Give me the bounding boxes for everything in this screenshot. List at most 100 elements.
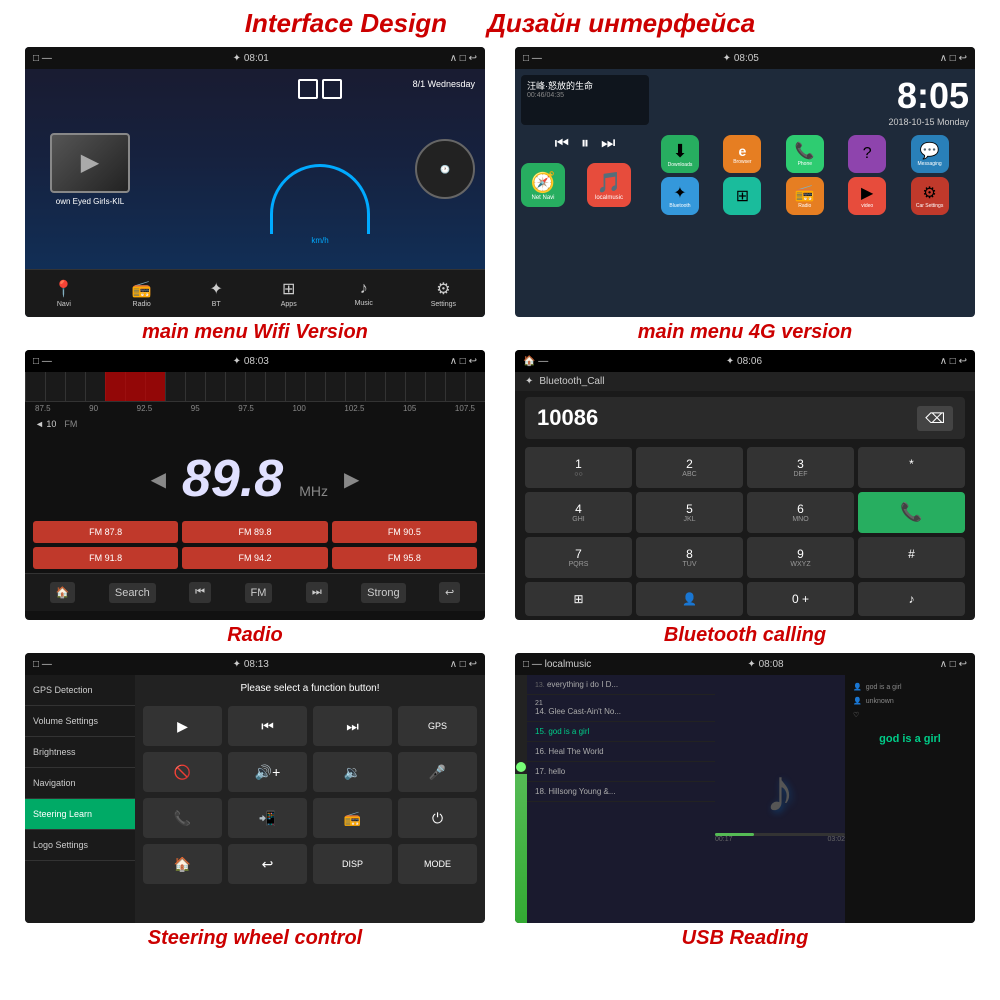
bottom-nav-wifi: 📍Navi 📻Radio ✦BT ⊞Apps ♪Music ⚙Settings — [25, 269, 485, 317]
radio-next-btn[interactable]: ⏭ — [306, 582, 328, 603]
ctrl-gps[interactable]: GPS — [398, 706, 477, 746]
app-unknown1[interactable]: ? — [848, 135, 886, 173]
sidebar-steering-learn[interactable]: Steering Learn — [25, 799, 135, 830]
key-9[interactable]: 9WXYZ — [747, 537, 854, 578]
bt-status-right: ∧ □ ↩ — [940, 356, 967, 367]
sq2 — [322, 79, 342, 99]
ctrl-next[interactable]: ⏭ — [313, 706, 392, 746]
volume-dot — [516, 762, 526, 772]
key-6[interactable]: 6MNO — [747, 492, 854, 533]
ctrl-phone[interactable]: 📲 — [228, 798, 307, 838]
app-localmusic[interactable]: 🎵 localmusic — [587, 163, 631, 207]
ctrl-vol-down[interactable]: 🔉 — [313, 752, 392, 792]
key-7[interactable]: 7PQRS — [525, 537, 632, 578]
ctrl-radio[interactable]: 📻 — [313, 798, 392, 838]
sidebar-brightness[interactable]: Brightness — [25, 737, 135, 768]
progress-bar[interactable] — [715, 833, 845, 836]
cell-steering: □ — ✦ 08:13 ∧ □ ↩ GPS Detection Volume S… — [10, 649, 500, 952]
radio-prev-btn[interactable]: ⏮ — [189, 582, 211, 603]
next-btn[interactable]: ⏭ — [601, 135, 615, 153]
ctrl-cancel[interactable]: 🚫 — [143, 752, 222, 792]
key-3[interactable]: 3DEF — [747, 447, 854, 488]
radio-home-btn[interactable]: 🏠 — [50, 582, 76, 603]
nav-apps[interactable]: ⊞Apps — [281, 279, 297, 308]
nav-settings[interactable]: ⚙Settings — [431, 279, 456, 308]
track-13[interactable]: 13. everything i do I D... — [527, 675, 715, 695]
key-hash[interactable]: # — [858, 537, 965, 578]
key-4[interactable]: 4GHI — [525, 492, 632, 533]
preset-1[interactable]: FM 87.8 — [33, 521, 178, 543]
app-downloads[interactable]: ⬇Downloads — [661, 135, 699, 173]
track-16[interactable]: 16. Heal The World — [527, 742, 715, 762]
key-star[interactable]: * — [858, 447, 965, 488]
freq-bar — [25, 372, 485, 402]
prev-btn[interactable]: ⏮ — [555, 135, 569, 153]
key-0[interactable]: 0 + — [747, 582, 854, 616]
app-video[interactable]: ▶video — [848, 177, 886, 215]
app-grid-icon[interactable]: ⊞ — [723, 177, 761, 215]
ctrl-mode[interactable]: MODE — [398, 844, 477, 884]
app-settings[interactable]: ⚙Car Settings — [911, 177, 949, 215]
app-netnavi[interactable]: 🧭 Net Navi — [521, 163, 565, 207]
usb-right-panel: 👤 god is a girl 👤 unknown ♡ god is a gir… — [845, 675, 975, 923]
track-14[interactable]: 21 14. Glee Cast-Ain't No... — [527, 695, 715, 722]
sidebar-gps[interactable]: GPS Detection — [25, 675, 135, 706]
dialer: 10086 ⌫ 1○○ 2ABC 3DEF * 4GHI 5JKL 6MNO 📞… — [515, 391, 975, 620]
ctrl-home[interactable]: 🏠 — [143, 844, 222, 884]
bt-title-icon: ✦ — [525, 376, 533, 387]
app-bluetooth[interactable]: ✦Bluetooth — [661, 177, 699, 215]
key-8[interactable]: 8TUV — [636, 537, 743, 578]
key-1[interactable]: 1○○ — [525, 447, 632, 488]
square-icons — [298, 79, 342, 99]
key-music[interactable]: ♪ — [858, 582, 965, 616]
radio-strong-btn[interactable]: Strong — [361, 583, 405, 603]
app-phone[interactable]: 📞Phone — [786, 135, 824, 173]
app-browser[interactable]: eBrowser — [723, 135, 761, 173]
nav-bt[interactable]: ✦BT — [209, 279, 222, 308]
screen-bt: 🏠 — ✦ 08:06 ∧ □ ↩ ✦ Bluetooth_Call 10086… — [515, 350, 975, 620]
radio-back-btn[interactable]: ↩ — [439, 582, 460, 603]
track-15[interactable]: 15. god is a girl — [527, 722, 715, 742]
track-18[interactable]: 18. Hillsong Young &... — [527, 782, 715, 802]
steering-content: GPS Detection Volume Settings Brightness… — [25, 675, 485, 923]
sidebar-volume[interactable]: Volume Settings — [25, 706, 135, 737]
key-apps[interactable]: ⊞ — [525, 582, 632, 616]
preset-3[interactable]: FM 90.5 — [332, 521, 477, 543]
track-17[interactable]: 17. hello — [527, 762, 715, 782]
4g-status-mid: ✦ 08:05 — [723, 53, 759, 64]
key-contact[interactable]: 👤 — [636, 582, 743, 616]
steering-instruction: Please select a function button! — [241, 683, 380, 694]
nav-radio[interactable]: 📻Radio — [132, 279, 152, 308]
ctrl-vol-up[interactable]: 🔊+ — [228, 752, 307, 792]
music-note-icon: ♪ — [765, 756, 795, 825]
preset-5[interactable]: FM 94.2 — [182, 547, 327, 569]
ctrl-disp[interactable]: DISP — [313, 844, 392, 884]
key-5[interactable]: 5JKL — [636, 492, 743, 533]
ctrl-back[interactable]: ↩ — [228, 844, 307, 884]
ctrl-play[interactable]: ▶ — [143, 706, 222, 746]
sidebar-navigation[interactable]: Navigation — [25, 768, 135, 799]
backspace-btn[interactable]: ⌫ — [917, 406, 953, 431]
ctrl-prev[interactable]: ⏮ — [228, 706, 307, 746]
pause-btn[interactable]: ⏸ — [581, 135, 589, 153]
nav-navi[interactable]: 📍Navi — [54, 279, 74, 308]
steering-btn-grid: ▶ ⏮ ⏭ GPS 🚫 🔊+ 🔉 🎤 📞 📲 📻 ⏻ 🏠 ↩ — [143, 706, 477, 884]
nav-music[interactable]: ♪Music — [355, 280, 373, 307]
preset-4[interactable]: FM 91.8 — [33, 547, 178, 569]
ctrl-call[interactable]: 📞 — [143, 798, 222, 838]
ctrl-mic[interactable]: 🎤 — [398, 752, 477, 792]
title-english: Interface Design — [245, 8, 447, 39]
app-radio[interactable]: 📻Radio — [786, 177, 824, 215]
radio-search-btn[interactable]: Search — [109, 583, 156, 603]
app-messaging[interactable]: 💬Messaging — [911, 135, 949, 173]
freq-down-btn[interactable]: ◀ — [151, 467, 166, 492]
sidebar-logo[interactable]: Logo Settings — [25, 830, 135, 861]
key-call[interactable]: 📞 — [858, 492, 965, 533]
preset-6[interactable]: FM 95.8 — [332, 547, 477, 569]
radio-fm-btn[interactable]: FM — [245, 583, 273, 603]
bt-status-mid: ✦ 08:06 — [726, 356, 762, 367]
preset-2[interactable]: FM 89.8 — [182, 521, 327, 543]
key-2[interactable]: 2ABC — [636, 447, 743, 488]
freq-up-btn[interactable]: ▶ — [344, 467, 359, 492]
ctrl-power[interactable]: ⏻ — [398, 798, 477, 838]
